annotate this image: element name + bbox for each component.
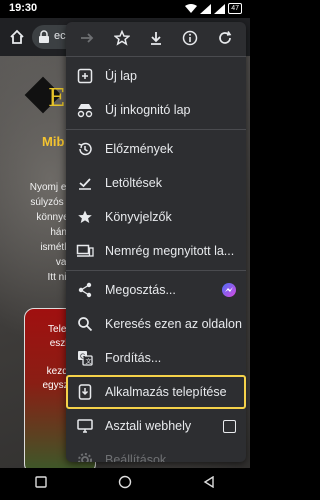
menu-item-label: Új inkognitó lap bbox=[105, 103, 191, 117]
paragraph-line: ismétlé bbox=[40, 242, 72, 253]
back-button[interactable] bbox=[203, 475, 215, 493]
menu-action-row bbox=[66, 22, 246, 54]
menu-item-label: Könyvjelzők bbox=[105, 210, 172, 224]
menu-divider bbox=[66, 129, 246, 130]
menu-item-bookmarks[interactable]: Könyvjelzők bbox=[66, 200, 246, 234]
downloads-check-icon bbox=[76, 174, 94, 192]
signal-icon-2 bbox=[214, 3, 226, 14]
star-filled-icon bbox=[76, 208, 94, 226]
menu-item-label: Nemrég megnyitott la... bbox=[105, 244, 235, 258]
page-subtitle: Mib bbox=[42, 134, 65, 149]
menu-item-label: Előzmények bbox=[105, 142, 174, 156]
wifi-icon bbox=[185, 3, 198, 13]
info-icon[interactable] bbox=[178, 26, 202, 50]
paragraph-line: könnyer bbox=[36, 212, 72, 223]
install-app-icon bbox=[76, 383, 94, 401]
menu-item-recent-tabs[interactable]: Nemrég megnyitott la... bbox=[66, 234, 246, 268]
paragraph-line: Nyomj eg bbox=[29, 182, 72, 193]
home-button[interactable] bbox=[118, 475, 132, 494]
menu-item-label: Megosztás... bbox=[105, 283, 176, 297]
desktop-site-checkbox[interactable] bbox=[223, 419, 236, 433]
menu-item-desktop-site[interactable]: Asztali webhely bbox=[66, 409, 246, 443]
paragraph-line: súlyzós e bbox=[30, 197, 72, 208]
menu-item-find-in-page[interactable]: Keresés ezen az oldalon bbox=[66, 307, 246, 341]
menu-item-label: Új lap bbox=[105, 69, 137, 83]
menu-item-new-tab[interactable]: Új lap bbox=[66, 59, 246, 93]
menu-item-share[interactable]: Megosztás... bbox=[66, 273, 246, 307]
menu-item-label: Asztali webhely bbox=[105, 419, 192, 433]
battery-icon: 47 bbox=[228, 3, 242, 14]
bookmark-star-icon[interactable] bbox=[110, 26, 134, 50]
history-icon bbox=[76, 140, 94, 158]
system-nav-bar bbox=[0, 468, 250, 500]
status-bar: 19:30 47 bbox=[0, 0, 250, 18]
page-paragraph: Nyomj eg súlyzós e könnyer hány ismétlé … bbox=[8, 180, 72, 285]
svg-text:文: 文 bbox=[86, 358, 92, 366]
menu-item-label: Letöltések bbox=[105, 176, 162, 190]
menu-divider bbox=[66, 56, 246, 57]
signal-icon bbox=[200, 3, 212, 14]
forward-icon[interactable] bbox=[75, 26, 99, 50]
address-bar-url: ec bbox=[54, 30, 66, 42]
overflow-menu: Új lap Új inkognitó lap Előzmények Letöl… bbox=[66, 22, 246, 462]
download-icon[interactable] bbox=[144, 26, 168, 50]
menu-item-incognito-tab[interactable]: Új inkognitó lap bbox=[66, 93, 246, 127]
refresh-icon[interactable] bbox=[213, 26, 237, 50]
menu-item-history[interactable]: Előzmények bbox=[66, 132, 246, 166]
recent-tabs-icon bbox=[76, 242, 94, 260]
menu-divider bbox=[66, 270, 246, 271]
status-time: 19:30 bbox=[9, 2, 38, 14]
share-icon bbox=[76, 281, 94, 299]
paragraph-line: van bbox=[55, 257, 72, 268]
desktop-site-icon bbox=[76, 417, 94, 435]
find-in-page-icon bbox=[76, 315, 94, 333]
menu-item-label: Keresés ezen az oldalon bbox=[105, 317, 242, 331]
menu-item-label: Alkalmazás telepítése bbox=[105, 385, 227, 399]
paragraph-line: Itt nin bbox=[47, 272, 72, 283]
menu-item-label: Beállítások bbox=[105, 453, 167, 462]
logo-text: E bbox=[48, 84, 66, 112]
status-icons: 47 bbox=[185, 3, 242, 14]
settings-icon bbox=[76, 451, 94, 462]
messenger-icon[interactable] bbox=[222, 283, 236, 297]
incognito-icon bbox=[76, 101, 94, 119]
menu-item-install-app[interactable]: Alkalmazás telepítése bbox=[66, 375, 246, 409]
translate-icon: G文 bbox=[76, 349, 94, 367]
new-tab-icon bbox=[76, 67, 94, 85]
lock-icon bbox=[38, 30, 50, 49]
menu-item-translate[interactable]: G文 Fordítás... bbox=[66, 341, 246, 375]
menu-item-downloads[interactable]: Letöltések bbox=[66, 166, 246, 200]
menu-item-label: Fordítás... bbox=[105, 351, 162, 365]
recents-button[interactable] bbox=[35, 475, 48, 493]
menu-item-settings[interactable]: Beállítások bbox=[66, 443, 246, 462]
home-icon[interactable] bbox=[8, 28, 26, 51]
paragraph-line: hány bbox=[50, 227, 72, 238]
